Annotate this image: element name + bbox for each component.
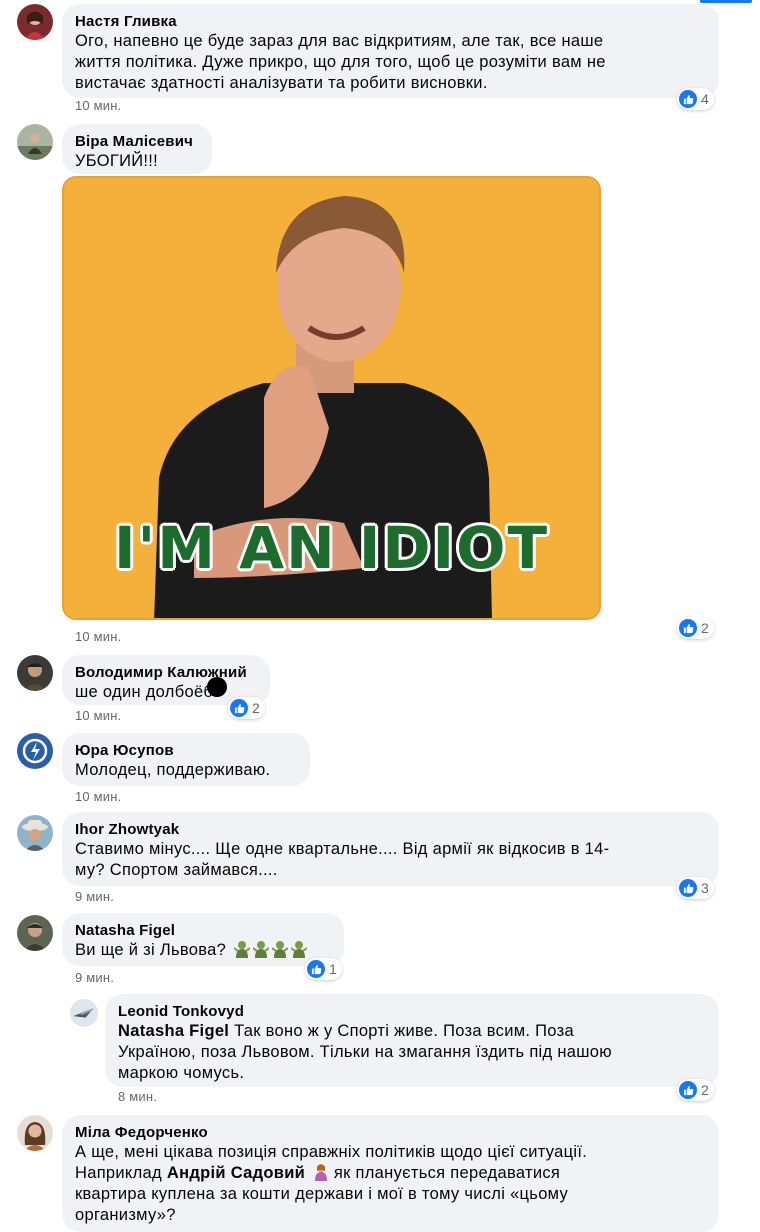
man-gesturing-emoji-icon <box>252 941 269 958</box>
avatar[interactable] <box>70 999 98 1027</box>
comment-author[interactable]: Віра Малісевич <box>75 132 199 151</box>
reaction-number: 2 <box>701 1082 709 1098</box>
comment-author[interactable]: Міла Федорченко <box>75 1123 706 1142</box>
comment-bubble: Ihor Zhowtyak Ставимо мінус.... Ще одне … <box>62 812 719 886</box>
woman-shrugging-emoji-icon <box>314 1164 327 1181</box>
comment-bubble: Natasha Figel Ви ще й зі Львова? <box>62 913 344 966</box>
reply-bubble: Leonid Tonkovyd Natasha Figel Так воно ж… <box>105 994 719 1087</box>
comment-text-line: життя політика. Дуже прикро, що для того… <box>75 53 606 71</box>
avatar[interactable] <box>17 815 53 851</box>
comment-author[interactable]: Настя Гливка <box>75 12 706 31</box>
comment-author[interactable]: Юра Юсупов <box>75 741 297 760</box>
comment-text-line: квартира куплена за кошти держави і мої … <box>75 1185 569 1203</box>
comment-text-line: му? Спортом займався.... <box>75 861 278 879</box>
reaction-count[interactable]: 1 <box>305 958 342 980</box>
avatar[interactable] <box>17 1115 53 1151</box>
comment-text-line: Так воно ж у Спорті живе. Поза всим. Поз… <box>234 1022 574 1040</box>
comment-text-line: УБОГИЙ!!! <box>75 152 159 170</box>
man-gesturing-emoji-icon <box>233 941 250 958</box>
reaction-number: 3 <box>701 880 709 896</box>
comment-text-line: А ще, мені цікава позиція справжніх полі… <box>75 1143 588 1161</box>
comment-text-line: Ставимо мінус.... Ще одне квартальне....… <box>75 840 610 858</box>
man-gesturing-emoji-icon <box>290 941 307 958</box>
reaction-count[interactable]: 2 <box>228 697 265 719</box>
reaction-count[interactable]: 2 <box>677 617 714 639</box>
comment-text-line: як планується передаватися <box>333 1164 561 1182</box>
comment-bubble: Міла Федорченко А ще, мені цікава позиці… <box>62 1115 719 1232</box>
comment-text-line: Наприклад <box>75 1164 162 1182</box>
comment-time[interactable]: 10 мин. <box>75 789 121 804</box>
reaction-count[interactable]: 4 <box>677 88 714 110</box>
comment-text-line: организму»? <box>75 1206 176 1224</box>
comment-bubble: Віра Малісевич УБОГИЙ!!! <box>62 124 212 174</box>
comment-time[interactable]: 8 мин. <box>118 1089 157 1104</box>
avatar[interactable] <box>17 915 53 951</box>
comment-text-line: Ви ще й зі Львова? <box>75 941 227 959</box>
comment-text-line: Україною, поза Львовом. Тільки на змаган… <box>118 1043 612 1061</box>
like-icon <box>679 1081 697 1099</box>
like-icon <box>679 879 697 897</box>
avatar[interactable] <box>17 733 53 769</box>
comment-author[interactable]: Ihor Zhowtyak <box>75 820 706 839</box>
comment-time[interactable]: 10 мин. <box>75 708 121 723</box>
comment-time[interactable]: 9 мин. <box>75 889 114 904</box>
comment-author[interactable]: Leonid Tonkovyd <box>118 1002 706 1021</box>
reaction-number: 2 <box>252 700 260 716</box>
like-icon <box>679 619 697 637</box>
comment-text: Ви ще й зі Львова? <box>75 940 331 961</box>
top-accent-bar <box>700 0 752 3</box>
reaction-number: 4 <box>701 91 709 107</box>
reaction-count[interactable]: 3 <box>677 877 714 899</box>
reaction-count[interactable]: 2 <box>677 1079 714 1101</box>
mention-link[interactable]: Natasha Figel <box>118 1022 229 1040</box>
comment-text: Natasha Figel Так воно ж у Спорті живе. … <box>118 1021 706 1042</box>
avatar[interactable] <box>17 655 53 691</box>
comment-text-line: Ого, напевно це буде зараз для вас відкр… <box>75 32 604 50</box>
reaction-number: 1 <box>329 961 337 977</box>
like-icon <box>230 699 248 717</box>
comment-time[interactable]: 10 мин. <box>75 98 121 113</box>
avatar[interactable] <box>17 124 53 160</box>
comment-bubble: Юра Юсупов Молодец, поддерживаю. <box>62 733 310 786</box>
man-gesturing-emoji-icon <box>271 941 288 958</box>
pointer-cursor <box>207 677 227 697</box>
mention-link[interactable]: Андрій Садовий <box>167 1164 305 1182</box>
comment-text-line: вистачає здатності аналізувати та робити… <box>75 74 488 92</box>
like-icon <box>679 90 697 108</box>
reaction-number: 2 <box>701 620 709 636</box>
avatar[interactable] <box>17 4 53 40</box>
comment-author[interactable]: Natasha Figel <box>75 921 331 940</box>
comment-text-line: маркою чомусь. <box>118 1064 245 1082</box>
gif-caption: I'M AN IDIOT <box>113 514 550 582</box>
comment-time[interactable]: 9 мин. <box>75 970 114 985</box>
gif-attachment[interactable]: I'M AN IDIOT <box>62 176 601 620</box>
comment-text-line: Молодец, поддерживаю. <box>75 761 271 779</box>
comment-time[interactable]: 10 мин. <box>75 629 121 644</box>
comment-author[interactable]: Володимир Калюжний <box>75 663 257 682</box>
comment-text: Наприклад Андрій Садовий як планується п… <box>75 1163 706 1184</box>
like-icon <box>307 960 325 978</box>
comment-bubble: Настя Гливка Ого, напевно це буде зараз … <box>62 4 719 98</box>
